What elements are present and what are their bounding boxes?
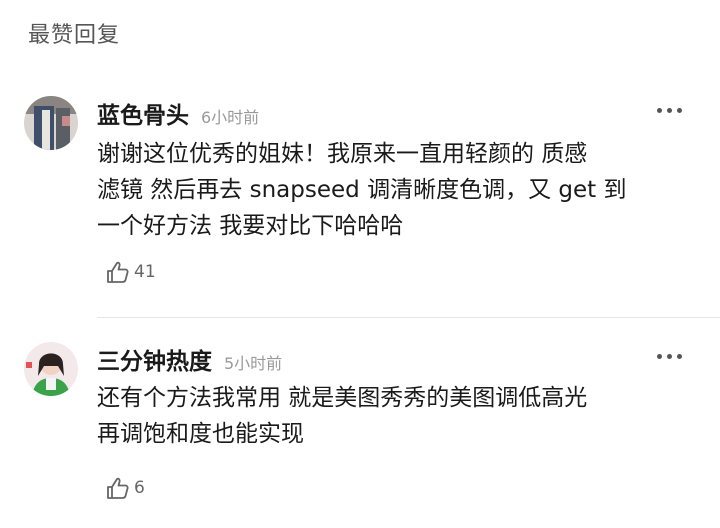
section-title: 最赞回复 xyxy=(28,23,121,48)
comment-item: 三分钟热度 5小时前 还有个方法我常用 就是美图秀秀的美图调低高光 再调饱和度也… xyxy=(0,338,720,518)
avatar[interactable] xyxy=(24,96,78,150)
like-button[interactable]: 6 xyxy=(104,474,145,502)
comment-header: 三分钟热度 5小时前 xyxy=(97,342,283,376)
thumbs-up-icon xyxy=(107,477,129,499)
comment-header: 蓝色骨头 6小时前 xyxy=(97,96,260,130)
more-dots-icon[interactable] xyxy=(657,108,682,113)
thumbs-up-icon xyxy=(107,261,129,283)
username[interactable]: 三分钟热度 xyxy=(97,342,212,376)
username[interactable]: 蓝色骨头 xyxy=(97,96,189,130)
comment-line: 一个好方法 我要对比下哈哈哈 xyxy=(97,213,404,239)
comment-text: 谢谢这位优秀的姐妹！我原来一直用轻颜的 质感 滤镜 然后再去 snapseed … xyxy=(97,136,697,244)
comment-line: 还有个方法我常用 就是美图秀秀的美图调低高光 xyxy=(97,385,588,411)
divider xyxy=(97,317,720,318)
comment-item: 蓝色骨头 6小时前 谢谢这位优秀的姐妹！我原来一直用轻颜的 质感 滤镜 然后再去… xyxy=(0,92,720,292)
like-button[interactable]: 41 xyxy=(104,258,156,286)
comment-line: 滤镜 然后再去 snapseed 调清晰度色调，又 get 到 xyxy=(97,177,627,203)
avatar[interactable] xyxy=(24,342,78,396)
comment-text: 还有个方法我常用 就是美图秀秀的美图调低高光 再调饱和度也能实现 xyxy=(97,380,697,452)
like-count: 41 xyxy=(134,262,156,282)
like-count: 6 xyxy=(134,478,145,498)
comment-line: 再调饱和度也能实现 xyxy=(97,421,304,447)
reply-page: 最赞回复 蓝色骨头 6小时前 谢谢这位优秀的姐妹！我原来一直用轻颜的 质感 滤镜… xyxy=(0,0,720,528)
more-dots-icon[interactable] xyxy=(657,354,682,359)
comment-line: 谢谢这位优秀的姐妹！我原来一直用轻颜的 质感 xyxy=(97,141,588,167)
timestamp: 6小时前 xyxy=(201,108,260,127)
timestamp: 5小时前 xyxy=(224,354,283,373)
